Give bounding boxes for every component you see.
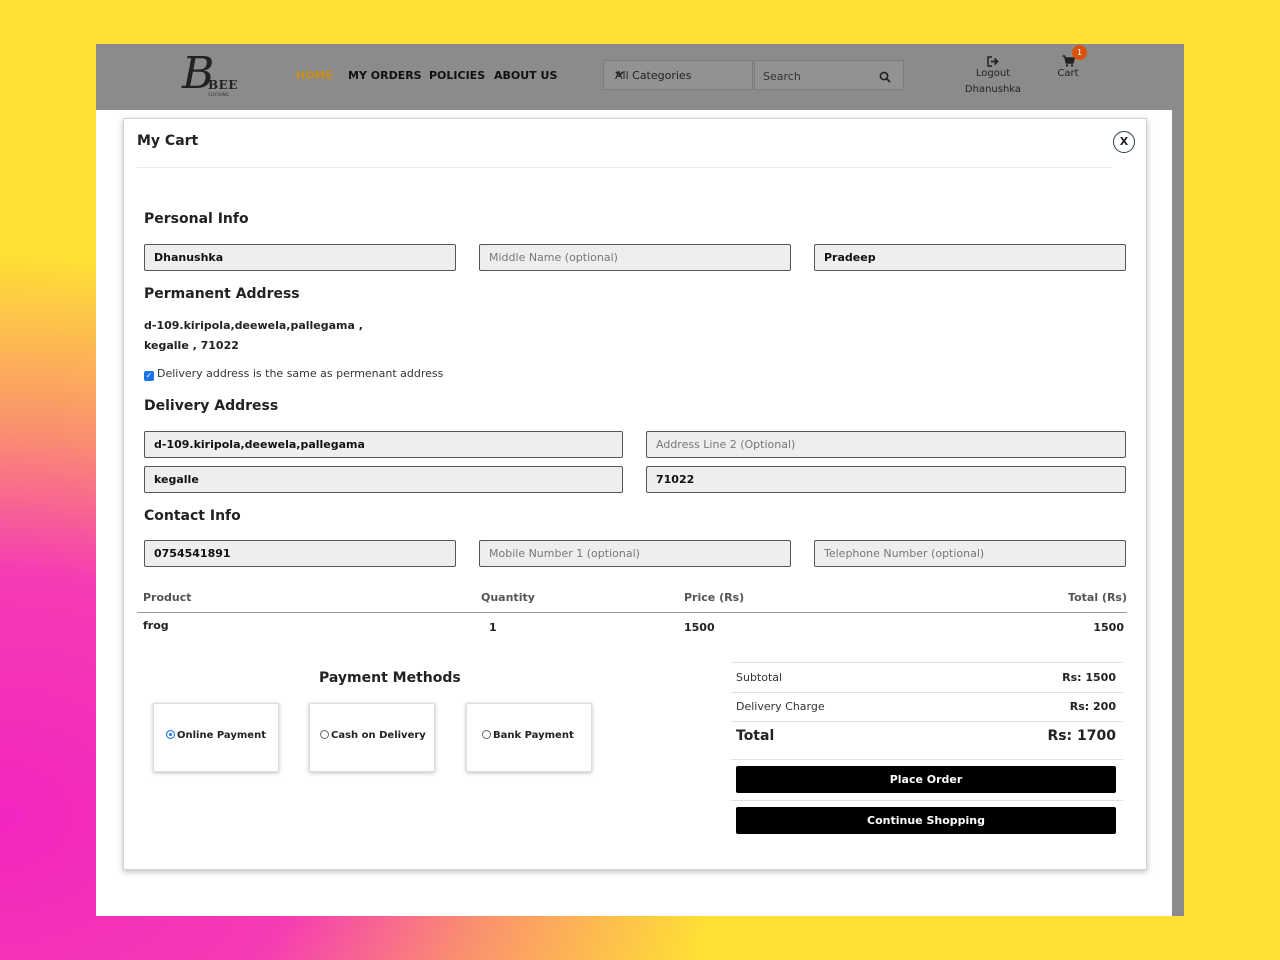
same-address-checkbox[interactable]: ✓ Delivery address is the same as permena…	[144, 367, 443, 381]
payment-bank-label: Bank Payment	[482, 730, 574, 741]
logo-text: BEE	[208, 78, 238, 92]
table-header-product: Product	[143, 591, 192, 604]
delivery-line1-input[interactable]	[145, 432, 622, 457]
middle-name-input[interactable]	[480, 245, 790, 270]
total-value: Rs: 1700	[1047, 728, 1116, 744]
delivery-line1-field	[144, 431, 623, 458]
first-name-field	[144, 244, 456, 271]
continue-shopping-button[interactable]: Continue Shopping	[736, 807, 1116, 834]
mobile1-input[interactable]	[480, 541, 790, 566]
same-address-label: Delivery address is the same as permenan…	[157, 367, 444, 380]
logout-button[interactable]: Logout Dhanushka	[956, 52, 1030, 98]
mobile-field	[144, 540, 456, 567]
browser-screen: B BEE CLOTHING HOME MY ORDERS POLICIES A…	[96, 44, 1184, 916]
delivery-line2-input[interactable]	[647, 432, 1125, 457]
delivery-address-heading: Delivery Address	[144, 398, 279, 414]
page-scroll-strip	[1172, 110, 1184, 916]
search-box	[754, 60, 904, 90]
logout-icon	[956, 52, 1030, 67]
brand-logo[interactable]: B BEE CLOTHING	[182, 50, 246, 100]
delivery-city-input[interactable]	[145, 467, 622, 492]
nav-about-us[interactable]: ABOUT US	[494, 69, 557, 82]
category-select[interactable]: All Categories	[603, 60, 753, 90]
checkbox-checked-icon: ✓	[144, 371, 154, 381]
cell-product: frog	[143, 619, 169, 632]
subtotal-value: Rs: 1500	[1062, 671, 1116, 684]
summary-divider	[731, 759, 1123, 760]
table-header-divider	[137, 612, 1127, 613]
mobile-input[interactable]	[145, 541, 455, 566]
cart-label: Cart	[1057, 68, 1079, 79]
telephone-field	[814, 540, 1126, 567]
cell-total: 1500	[1093, 621, 1124, 634]
payment-online-option[interactable]: Online Payment	[153, 703, 279, 772]
cart-count-badge: 1	[1072, 45, 1087, 60]
nav-my-orders[interactable]: MY ORDERS	[348, 69, 422, 82]
table-header-quantity: Quantity	[481, 591, 535, 604]
close-button[interactable]: X	[1113, 131, 1135, 153]
middle-name-field	[479, 244, 791, 271]
payment-cod-option[interactable]: Cash on Delivery	[309, 703, 435, 772]
payment-methods-heading: Payment Methods	[319, 670, 461, 686]
summary-divider	[731, 662, 1123, 663]
table-header-price: Price (Rs)	[684, 591, 745, 604]
payment-cod-label: Cash on Delivery	[320, 730, 426, 741]
top-navbar: B BEE CLOTHING HOME MY ORDERS POLICIES A…	[96, 44, 1184, 110]
telephone-input[interactable]	[815, 541, 1125, 566]
place-order-button[interactable]: Place Order	[736, 766, 1116, 793]
delivery-city-field	[144, 466, 623, 493]
radio-selected-icon	[166, 730, 175, 739]
permanent-address-heading: Permanent Address	[144, 286, 300, 302]
search-input[interactable]	[761, 66, 875, 86]
summary-divider	[731, 692, 1123, 693]
summary-divider	[731, 800, 1123, 801]
nav-policies[interactable]: POLICIES	[429, 69, 485, 82]
modal-title: My Cart	[137, 133, 199, 149]
modal-header-divider	[137, 167, 1112, 168]
delivery-line2-field	[646, 431, 1126, 458]
permanent-address-line2: kegalle , 71022	[144, 339, 239, 352]
radio-icon	[482, 730, 491, 739]
last-name-field	[814, 244, 1126, 271]
table-header-total: Total (Rs)	[1068, 591, 1127, 604]
first-name-input[interactable]	[145, 245, 455, 270]
contact-info-heading: Contact Info	[144, 508, 241, 524]
delivery-postal-field	[646, 466, 1126, 493]
cell-quantity: 1	[489, 621, 497, 634]
search-icon[interactable]	[879, 68, 891, 83]
delivery-postal-input[interactable]	[647, 467, 1125, 492]
cart-modal: My Cart X Personal Info Permanent Addres…	[123, 118, 1147, 870]
payment-bank-option[interactable]: Bank Payment	[466, 703, 592, 772]
permanent-address-line1: d-109.kiripola,deewela,pallegama ,	[144, 319, 363, 332]
delivery-charge-label: Delivery Charge	[736, 700, 825, 713]
logout-label: Logout	[975, 68, 1011, 79]
subtotal-label: Subtotal	[736, 671, 783, 684]
delivery-charge-value: Rs: 200	[1069, 700, 1116, 713]
summary-divider	[731, 721, 1123, 722]
total-label: Total	[736, 728, 775, 744]
cell-price: 1500	[684, 621, 715, 634]
payment-online-label: Online Payment	[166, 730, 266, 741]
username-label: Dhanushka	[964, 84, 1022, 95]
mobile1-field	[479, 540, 791, 567]
personal-info-heading: Personal Info	[144, 211, 249, 227]
last-name-input[interactable]	[815, 245, 1125, 270]
logo-subtext: CLOTHING	[208, 92, 229, 97]
chevron-down-icon	[615, 69, 746, 81]
radio-icon	[320, 730, 329, 739]
nav-home[interactable]: HOME	[296, 69, 333, 82]
